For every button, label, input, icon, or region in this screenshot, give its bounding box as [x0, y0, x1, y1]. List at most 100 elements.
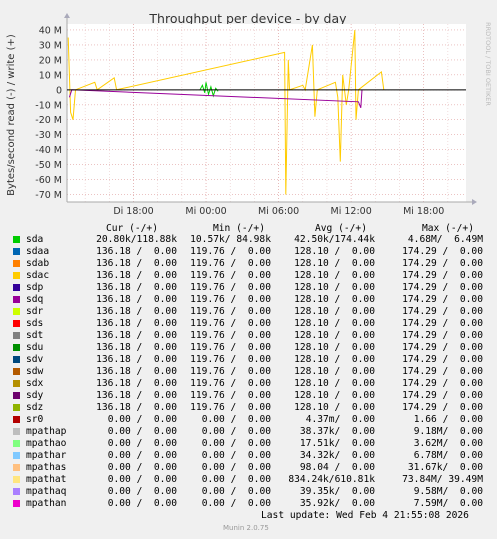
- legend-min: 119.76 / 0.00: [190, 258, 271, 269]
- legend-min: 119.76 / 0.00: [190, 366, 271, 377]
- legend-row: mpathap 0.00 / 0.00 0.00 / 0.00 38.37k/ 0.0…: [0, 426, 497, 438]
- legend-label: sdw: [26, 366, 44, 377]
- legend-max: 4.68M/ 6.49M: [407, 234, 483, 245]
- legend-row: sdr 136.18 / 0.00 119.76 / 0.00 128.10 / 0.…: [0, 306, 497, 318]
- plot-area: [67, 24, 466, 202]
- legend-avg: 128.10 / 0.00: [294, 354, 375, 365]
- legend-cur: 136.18 / 0.00: [96, 306, 177, 317]
- y-tick-label: -70 M: [35, 190, 62, 201]
- legend-row: sdz 136.18 / 0.00 119.76 / 0.00 128.10 / 0.…: [0, 402, 497, 414]
- legend-min: 0.00 / 0.00: [201, 486, 271, 497]
- legend-avg: 128.10 / 0.00: [294, 246, 375, 257]
- legend-label: sda: [26, 234, 44, 245]
- legend-swatch: [13, 344, 20, 351]
- legend-row: mpathat 0.00 / 0.00 0.00 / 0.00 834.24k/610…: [0, 474, 497, 486]
- legend-swatch: [13, 428, 20, 435]
- legend-cur: 136.18 / 0.00: [96, 270, 177, 281]
- x-tick-label: Mi 00:00: [185, 206, 226, 217]
- legend-row: mpathaq 0.00 / 0.00 0.00 / 0.00 39.35k/ 0.0…: [0, 486, 497, 498]
- legend-row: sdp 136.18 / 0.00 119.76 / 0.00 128.10 / 0.…: [0, 282, 497, 294]
- legend-label: sdac: [26, 270, 50, 281]
- legend-min: 119.76 / 0.00: [190, 318, 271, 329]
- legend-min: 0.00 / 0.00: [201, 426, 271, 437]
- legend-max: 174.29 / 0.00: [402, 342, 483, 353]
- legend-row: sdv 136.18 / 0.00 119.76 / 0.00 128.10 / 0.…: [0, 354, 497, 366]
- legend-swatch: [13, 380, 20, 387]
- legend-cur: 136.18 / 0.00: [96, 330, 177, 341]
- legend-min: 10.57k/ 84.98k: [190, 234, 271, 245]
- legend-swatch: [13, 392, 20, 399]
- legend-label: mpathaq: [26, 486, 67, 497]
- legend-swatch: [13, 404, 20, 411]
- legend-label: sdt: [26, 330, 44, 341]
- last-update: Last update: Wed Feb 4 21:55:08 2026: [261, 510, 469, 521]
- legend-label: sds: [26, 318, 44, 329]
- legend-row: mpathar 0.00 / 0.00 0.00 / 0.00 34.32k/ 0.0…: [0, 450, 497, 462]
- legend-avg: 128.10 / 0.00: [294, 378, 375, 389]
- chart-plot: Throughput per device - by day Bytes/sec…: [6, 11, 492, 217]
- legend-avg: 128.10 / 0.00: [294, 342, 375, 353]
- legend-cur: 136.18 / 0.00: [96, 294, 177, 305]
- legend-max: 31.67k/ 0.00: [407, 462, 483, 473]
- legend-max: 174.29 / 0.00: [402, 246, 483, 257]
- legend-max: 174.29 / 0.00: [402, 318, 483, 329]
- legend-label: sdy: [26, 390, 44, 401]
- legend-row: sdq 136.18 / 0.00 119.76 / 0.00 128.10 / 0.…: [0, 294, 497, 306]
- legend-cur: 0.00 / 0.00: [107, 498, 177, 509]
- y-tick-label: 30 M: [39, 40, 62, 51]
- legend-header-avg: Avg (-/+): [315, 223, 367, 234]
- legend-max: 7.59M/ 0.00: [413, 498, 483, 509]
- y-axis-arrow: [64, 13, 70, 18]
- legend-avg: 128.10 / 0.00: [294, 258, 375, 269]
- legend-cur: 136.18 / 0.00: [96, 366, 177, 377]
- legend-min: 119.76 / 0.00: [190, 282, 271, 293]
- rrdtool-watermark: RRDTOOL / TOBI OETIKER: [484, 22, 492, 106]
- legend-label: mpathar: [26, 450, 67, 461]
- legend-cur: 136.18 / 0.00: [96, 378, 177, 389]
- legend-swatch: [13, 356, 20, 363]
- legend-avg: 128.10 / 0.00: [294, 282, 375, 293]
- legend-avg: 38.37k/ 0.00: [299, 426, 375, 437]
- legend-max: 1.66 / 0.00: [413, 414, 483, 425]
- legend-avg: 128.10 / 0.00: [294, 306, 375, 317]
- legend-min: 0.00 / 0.00: [201, 498, 271, 509]
- legend-cur: 136.18 / 0.00: [96, 390, 177, 401]
- legend-max: 174.29 / 0.00: [402, 402, 483, 413]
- x-tick-label: Mi 06:00: [258, 206, 299, 217]
- legend-swatch: [13, 320, 20, 327]
- legend-label: mpathao: [26, 438, 67, 449]
- legend-avg: 128.10 / 0.00: [294, 270, 375, 281]
- legend-max: 174.29 / 0.00: [402, 366, 483, 377]
- legend-min: 119.76 / 0.00: [190, 270, 271, 281]
- y-tick-label: 40 M: [39, 25, 62, 36]
- legend-row: sdac 136.18 / 0.00 119.76 / 0.00 128.10 / 0…: [0, 270, 497, 282]
- legend-avg: 35.92k/ 0.00: [299, 498, 375, 509]
- legend-avg: 128.10 / 0.00: [294, 330, 375, 341]
- legend-avg: 34.32k/ 0.00: [299, 450, 375, 461]
- legend-header-cur: Cur (-/+): [106, 223, 158, 234]
- legend-header-max: Max (-/+): [422, 223, 474, 234]
- legend-swatch: [13, 332, 20, 339]
- legend-row: sr0 0.00 / 0.00 0.00 / 0.00 4.37m/ 0.00 1.66…: [0, 414, 497, 426]
- legend-min: 119.76 / 0.00: [190, 354, 271, 365]
- legend-label: sdu: [26, 342, 44, 353]
- legend-label: sdaa: [26, 246, 50, 257]
- legend-min: 119.76 / 0.00: [190, 306, 271, 317]
- y-tick-label: -60 M: [35, 175, 62, 186]
- legend-min: 0.00 / 0.00: [201, 462, 271, 473]
- legend-cur: 136.18 / 0.00: [96, 342, 177, 353]
- legend-max: 174.29 / 0.00: [402, 282, 483, 293]
- legend-avg: 39.35k/ 0.00: [299, 486, 375, 497]
- legend-cur: 136.18 / 0.00: [96, 402, 177, 413]
- legend-row: sdx 136.18 / 0.00 119.76 / 0.00 128.10 / 0.…: [0, 378, 497, 390]
- x-tick-label: Di 18:00: [113, 206, 153, 217]
- legend-min: 119.76 / 0.00: [190, 390, 271, 401]
- legend-label: sdp: [26, 282, 44, 293]
- legend-row: sdaa 136.18 / 0.00 119.76 / 0.00 128.10 / 0…: [0, 246, 497, 258]
- legend-label: mpathan: [26, 498, 67, 509]
- legend-avg: 128.10 / 0.00: [294, 366, 375, 377]
- legend-avg: 17.51k/ 0.00: [299, 438, 375, 449]
- legend-swatch: [13, 260, 20, 267]
- legend-row: sdy 136.18 / 0.00 119.76 / 0.00 128.10 / 0.…: [0, 390, 497, 402]
- legend-swatch: [13, 236, 20, 243]
